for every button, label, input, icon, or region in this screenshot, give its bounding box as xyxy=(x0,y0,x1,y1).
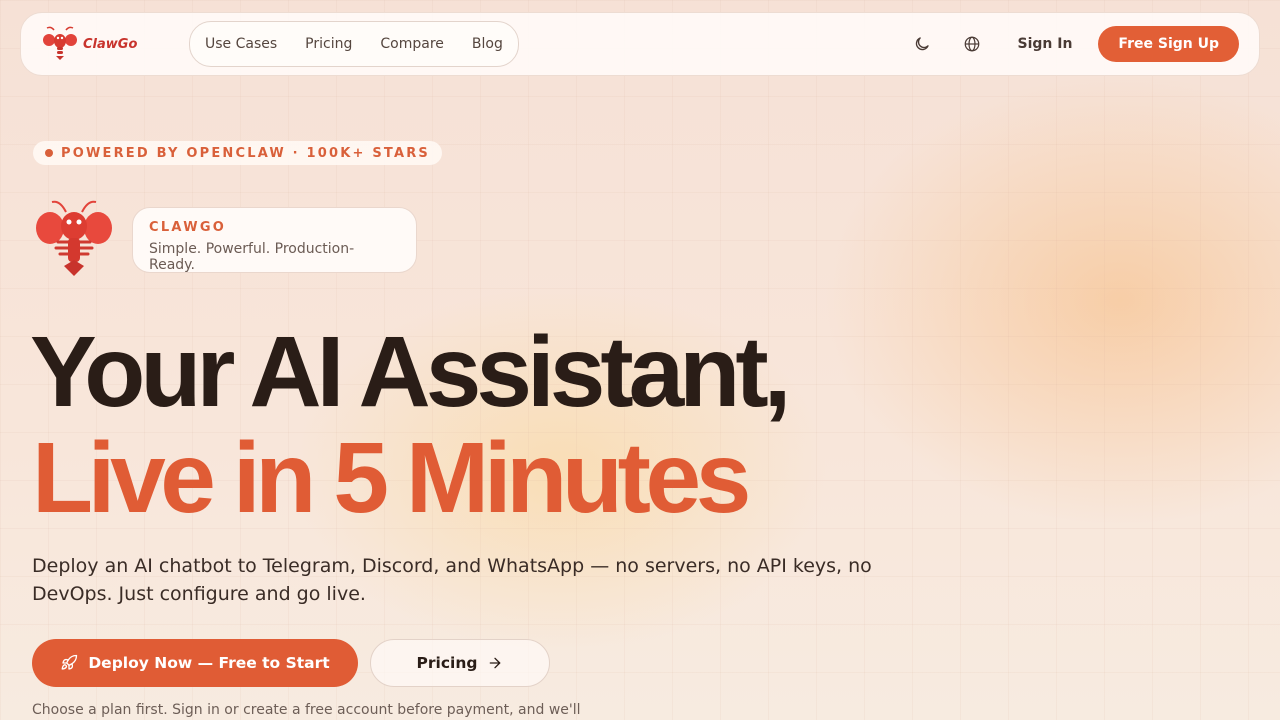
pricing-button-label: Pricing xyxy=(416,654,478,672)
deploy-now-label: Deploy Now — Free to Start xyxy=(88,654,330,672)
language-button[interactable] xyxy=(958,30,986,58)
badge-dot xyxy=(45,149,53,157)
nav-link-pricing[interactable]: Pricing xyxy=(305,36,352,52)
nav-link-blog[interactable]: Blog xyxy=(472,36,503,52)
logo[interactable]: ClawGo xyxy=(41,24,181,64)
free-sign-up-button[interactable]: Free Sign Up xyxy=(1098,26,1239,62)
headline-line-1: Your AI Assistant, xyxy=(30,316,791,428)
powered-by-badge: POWERED BY OPENCLAW · 100K+ STARS xyxy=(33,141,442,165)
nav-link-use-cases[interactable]: Use Cases xyxy=(205,36,277,52)
brand-tagline: Simple. Powerful. Production-Ready. xyxy=(149,241,355,273)
moon-icon xyxy=(915,37,929,51)
theme-toggle-button[interactable] xyxy=(908,30,936,58)
rocket-icon xyxy=(61,654,78,670)
arrow-right-icon xyxy=(490,657,501,669)
lobster-mascot-icon xyxy=(36,200,112,276)
nav-actions: Sign In Free Sign Up xyxy=(908,26,1239,62)
brand-name: CLAWGO xyxy=(149,220,227,235)
logo-text: ClawGo xyxy=(83,36,138,52)
top-navbar: ClawGo Use Cases Pricing Compare Blog Si… xyxy=(20,12,1260,76)
pricing-button[interactable]: Pricing xyxy=(370,639,550,687)
deploy-now-button[interactable]: Deploy Now — Free to Start xyxy=(32,639,358,687)
globe-icon xyxy=(964,36,979,52)
nav-links: Use Cases Pricing Compare Blog xyxy=(189,21,519,67)
sign-in-link[interactable]: Sign In xyxy=(1018,36,1073,52)
payment-note: Choose a plan first. Sign in or create a… xyxy=(32,702,581,718)
lobster-logo-icon xyxy=(43,26,77,60)
brand-card: CLAWGO Simple. Powerful. Production-Read… xyxy=(132,207,417,273)
headline-line-2: Live in 5 Minutes xyxy=(32,422,751,534)
badge-text: POWERED BY OPENCLAW · 100K+ STARS xyxy=(61,145,430,161)
hero-description: Deploy an AI chatbot to Telegram, Discor… xyxy=(32,555,872,605)
nav-link-compare[interactable]: Compare xyxy=(380,36,444,52)
